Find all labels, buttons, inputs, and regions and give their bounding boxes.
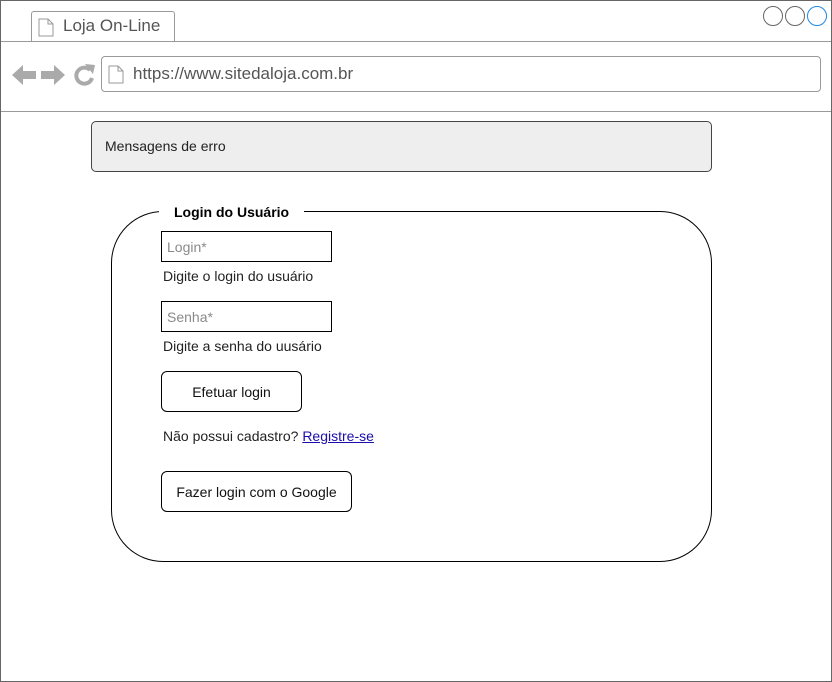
error-messages-text: Mensagens de erro — [105, 138, 226, 154]
tab-bar-divider — [1, 41, 831, 42]
register-prompt: Não possui cadastro? — [163, 428, 299, 444]
arrow-right-icon[interactable] — [40, 61, 66, 89]
page-icon — [108, 65, 124, 84]
page-icon — [38, 18, 54, 37]
password-hint: Digite a senha do uusário — [163, 338, 322, 354]
browser-tab[interactable]: Loja On-Line — [31, 11, 175, 41]
close-button[interactable] — [807, 6, 827, 26]
login-hint: Digite o login do usuário — [163, 268, 314, 284]
nav-bar-divider — [1, 111, 831, 112]
register-link[interactable]: Registre-se — [302, 428, 374, 444]
error-messages-panel: Mensagens de erro — [91, 121, 712, 172]
google-login-button[interactable]: Fazer login com o Google — [161, 471, 352, 512]
password-input[interactable] — [161, 301, 332, 332]
login-input[interactable] — [161, 231, 332, 262]
tab-title: Loja On-Line — [63, 16, 161, 35]
submit-login-button[interactable]: Efetuar login — [161, 371, 302, 412]
address-bar[interactable]: https://www.sitedaloja.com.br — [101, 56, 821, 92]
maximize-button[interactable] — [785, 6, 805, 26]
window-controls — [763, 6, 827, 26]
url-text: https://www.sitedaloja.com.br — [133, 64, 354, 83]
reload-icon[interactable] — [71, 61, 97, 89]
minimize-button[interactable] — [763, 6, 783, 26]
login-title: Login do Usuário — [159, 202, 305, 222]
register-row: Não possui cadastro? Registre-se — [163, 428, 374, 444]
browser-window: Loja On-Line https://www.sitedaloja.com.… — [0, 0, 832, 682]
arrow-left-icon[interactable] — [11, 61, 37, 89]
